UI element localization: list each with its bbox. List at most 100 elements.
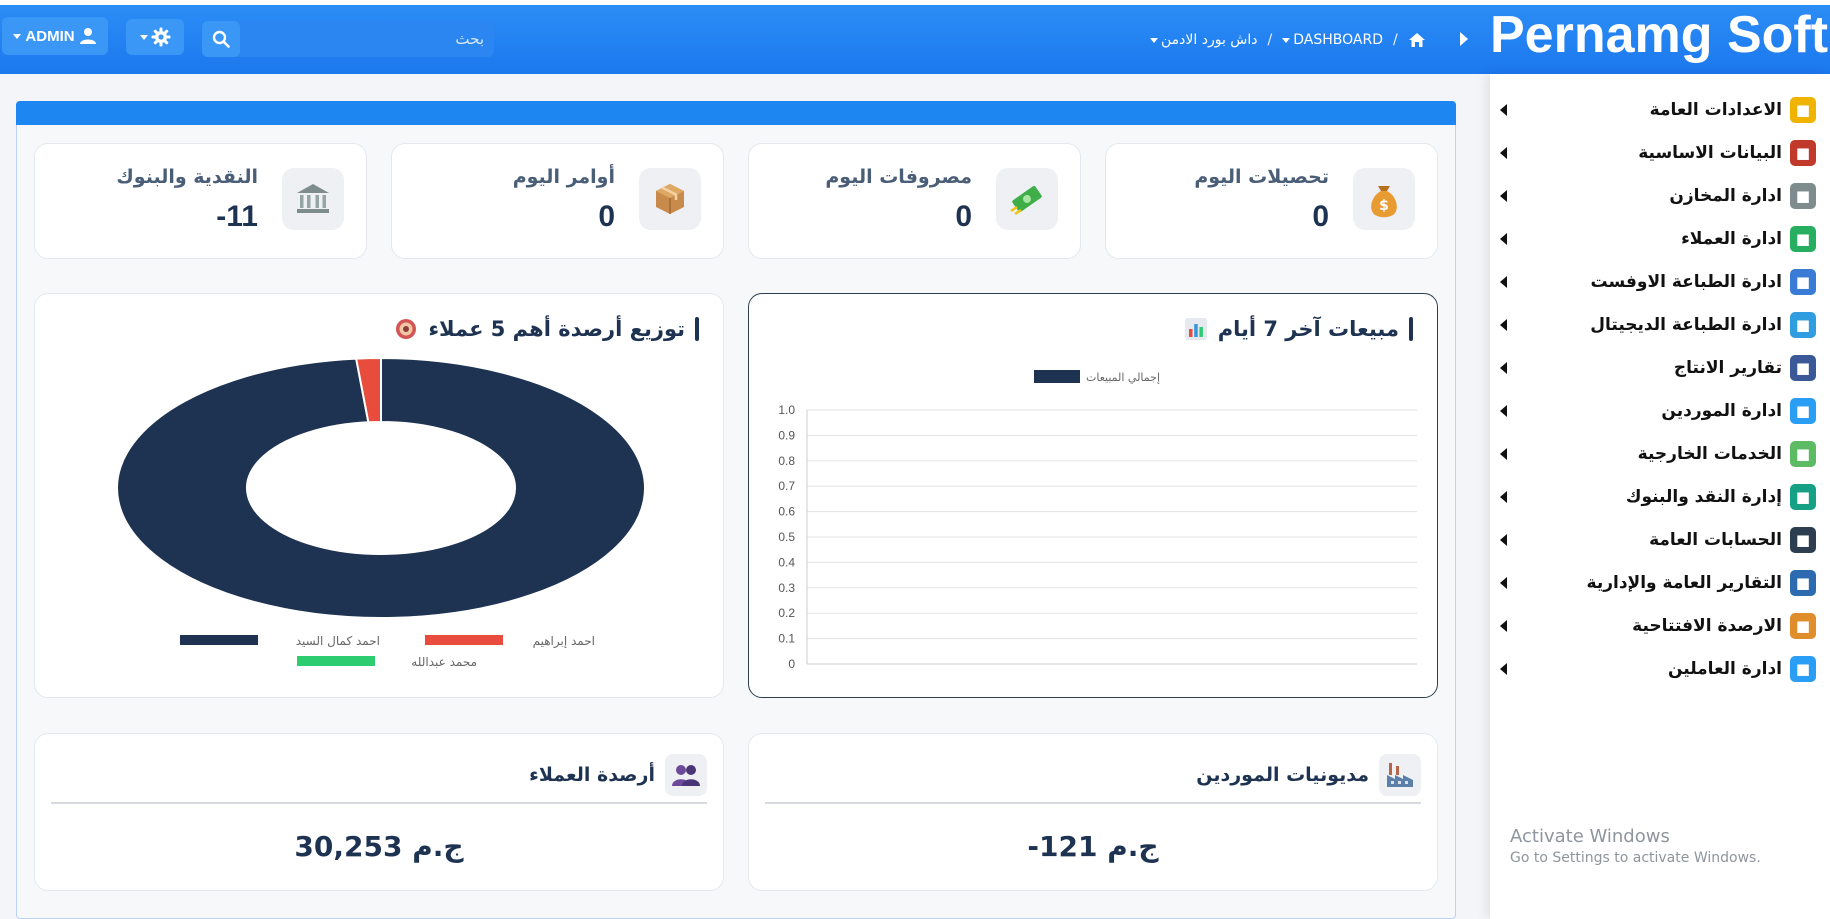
sidebar-item-content: تقارير الانتاج ■ <box>1674 355 1816 381</box>
search-input[interactable] <box>246 21 490 57</box>
customers-icon: ■ <box>1790 226 1816 252</box>
caret-left-icon[interactable] <box>1500 190 1507 202</box>
caret-left-icon[interactable] <box>1500 104 1507 116</box>
y-tick-label: 0.9 <box>778 428 795 442</box>
card-title-text: مديونيات الموردين <box>1196 764 1369 786</box>
stat-card-expenses: مصروفات اليوم 0 <box>748 143 1081 259</box>
brand-logo-text: Pernamg Soft <box>1490 6 1829 64</box>
sidebar-item[interactable]: ادارة الطباعة الديجيتال ■ <box>1498 310 1816 340</box>
sidebar-item-content: التقارير العامة والإدارية ■ <box>1587 570 1816 596</box>
stat-title: مصروفات اليوم <box>825 166 972 188</box>
admin-label: ADMIN <box>25 27 75 45</box>
breadcrumb-dashboard[interactable]: DASHBOARD <box>1282 32 1383 48</box>
customers-donut-panel: توزيع أرصدة أهم 5 عملاء احمد إبراهيم احمد… <box>34 293 724 698</box>
donut-icon <box>396 319 417 339</box>
caret-left-icon[interactable] <box>1500 663 1507 675</box>
home-icon[interactable] <box>1408 32 1426 48</box>
y-tick-label: 0.5 <box>778 530 795 544</box>
money-bag-icon: $ <box>1353 168 1415 230</box>
divider <box>765 802 1421 804</box>
stat-title: أوامر اليوم <box>512 166 615 188</box>
y-tick-label: 0.3 <box>778 581 795 595</box>
sidebar-item-label: الاعدادات العامة <box>1649 100 1782 120</box>
stat-title: تحصيلات اليوم <box>1194 166 1329 188</box>
donut-legend-swatch <box>180 635 258 645</box>
sidebar-item[interactable]: ادارة المخازن ■ <box>1498 181 1816 211</box>
sidebar-item-content: الارصدة الافتتاحية ■ <box>1632 613 1816 639</box>
caret-left-icon[interactable] <box>1500 491 1507 503</box>
watermark-title: Activate Windows <box>1510 826 1670 847</box>
sidebar-item[interactable]: الاعدادات العامة ■ <box>1498 95 1816 125</box>
sidebar-item[interactable]: تقارير الانتاج ■ <box>1498 353 1816 383</box>
caret-left-icon[interactable] <box>1500 276 1507 288</box>
watermark-subtitle: Go to Settings to activate Windows. <box>1510 850 1761 866</box>
sidebar-item[interactable]: الخدمات الخارجية ■ <box>1498 439 1816 469</box>
sidebar-item[interactable]: ادارة العملاء ■ <box>1498 224 1816 254</box>
printer-icon: ■ <box>1790 269 1816 295</box>
sidebar-item[interactable]: الحسابات العامة ■ <box>1498 525 1816 555</box>
caret-left-icon[interactable] <box>1500 577 1507 589</box>
sidebar-item-label: ادارة المخازن <box>1669 186 1782 206</box>
sidebar-item[interactable]: الارصدة الافتتاحية ■ <box>1498 611 1816 641</box>
y-tick-label: 0.1 <box>778 632 795 646</box>
y-tick-label: 0 <box>788 657 795 671</box>
gear-icon: ■ <box>1790 97 1816 123</box>
breadcrumb-label: داش بورد الادمن <box>1161 32 1258 48</box>
admin-menu-button[interactable]: ADMIN <box>2 17 108 55</box>
customer-balances-value: 30,253 ج.م <box>294 830 464 863</box>
search-button[interactable] <box>202 21 240 57</box>
sidebar-item[interactable]: ادارة الموردين ■ <box>1498 396 1816 426</box>
caret-left-icon[interactable] <box>1500 448 1507 460</box>
sidebar-item-label: ادارة الطباعة الاوفست <box>1590 272 1782 292</box>
sidebar-item-content: ادارة الطباعة الديجيتال ■ <box>1590 312 1816 338</box>
caret-left-icon[interactable] <box>1500 362 1507 374</box>
stat-value: -11 <box>216 200 258 233</box>
play-icon[interactable] <box>1460 32 1468 46</box>
title-accent-bar <box>695 317 699 341</box>
sidebar-item-label: البيانات الاساسية <box>1638 143 1782 163</box>
y-tick-label: 0.6 <box>778 505 795 519</box>
settings-menu-button[interactable] <box>126 19 184 55</box>
caret-left-icon[interactable] <box>1500 620 1507 632</box>
warehouse-icon: ■ <box>1790 183 1816 209</box>
cash-bag-icon: ■ <box>1790 484 1816 510</box>
caret-left-icon[interactable] <box>1500 319 1507 331</box>
sidebar-item[interactable]: ادارة الطباعة الاوفست ■ <box>1498 267 1816 297</box>
breadcrumb-label: DASHBOARD <box>1293 32 1383 48</box>
bank-icon <box>282 168 344 230</box>
sidebar-item[interactable]: إدارة النقد والبنوك ■ <box>1498 482 1816 512</box>
sidebar-item-label: ادارة العاملين <box>1667 659 1782 679</box>
donut-legend-swatch <box>425 635 503 645</box>
breadcrumb-separator: / <box>1267 32 1273 48</box>
supplier-debts-card: مديونيات الموردين -121 ج.م <box>748 733 1438 891</box>
opening-balance-icon: ■ <box>1790 613 1816 639</box>
chevron-down-icon <box>1150 37 1158 43</box>
customer-balances-title: أرصدة العملاء <box>529 754 707 796</box>
sidebar-item-content: البيانات الاساسية ■ <box>1638 140 1816 166</box>
sidebar-item-content: الخدمات الخارجية ■ <box>1638 441 1816 467</box>
services-icon: ■ <box>1790 441 1816 467</box>
panel-title-text: توزيع أرصدة أهم 5 عملاء <box>428 317 685 341</box>
sidebar-item-content: الحسابات العامة ■ <box>1649 527 1816 553</box>
sidebar-item-label: تقارير الانتاج <box>1673 358 1782 378</box>
donut-legend-swatch <box>297 656 375 666</box>
donut-legend-label: احمد إبراهيم <box>533 634 595 649</box>
sidebar-item-content: ادارة المخازن ■ <box>1669 183 1816 209</box>
factory-icon <box>1379 754 1421 796</box>
breadcrumb-separator: / <box>1392 32 1398 48</box>
caret-left-icon[interactable] <box>1500 405 1507 417</box>
breadcrumb: داش بورد الادمن / DASHBOARD / <box>1150 28 1426 52</box>
sidebar-item[interactable]: ادارة العاملين ■ <box>1498 654 1816 684</box>
sidebar-item[interactable]: التقارير العامة والإدارية ■ <box>1498 568 1816 598</box>
chevron-down-icon <box>13 33 22 39</box>
caret-left-icon[interactable] <box>1500 233 1507 245</box>
caret-left-icon[interactable] <box>1500 534 1507 546</box>
stat-card-orders: أوامر اليوم 0 <box>391 143 724 259</box>
sidebar-item[interactable]: البيانات الاساسية ■ <box>1498 138 1816 168</box>
y-tick-label: 1.0 <box>778 403 795 417</box>
gear-icon <box>151 27 170 47</box>
caret-left-icon[interactable] <box>1500 147 1507 159</box>
sidebar-item-label: ادارة الموردين <box>1661 401 1782 421</box>
sidebar-item-content: إدارة النقد والبنوك ■ <box>1626 484 1816 510</box>
breadcrumb-dashboard-admin[interactable]: داش بورد الادمن <box>1150 32 1258 48</box>
